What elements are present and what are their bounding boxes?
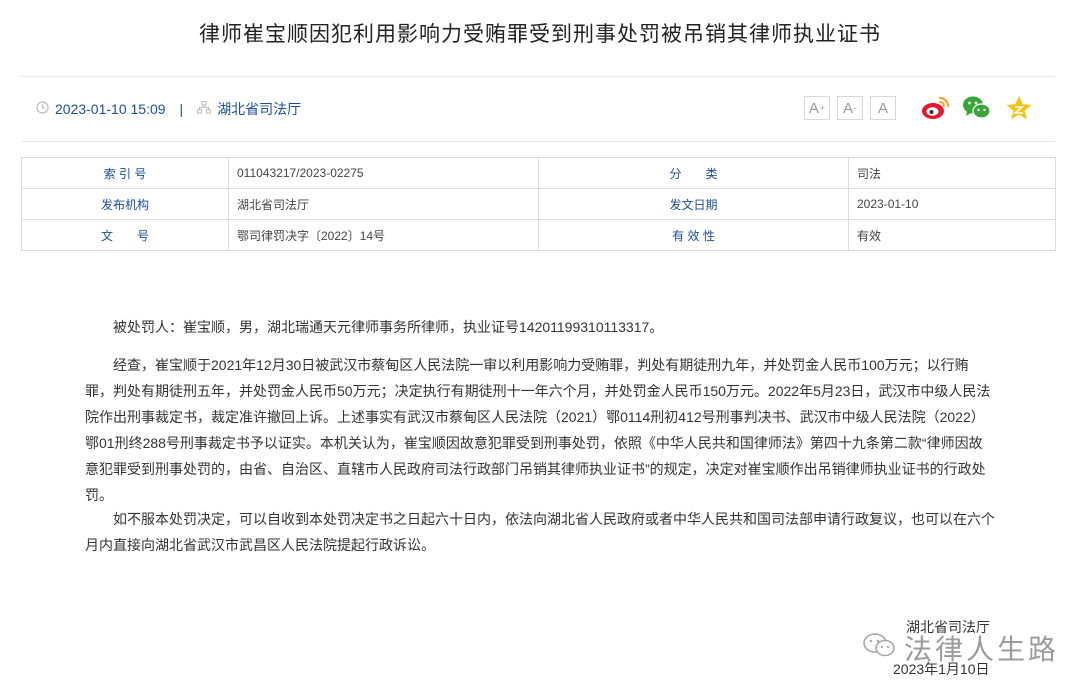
signature-date: 2023年1月10日 [893, 661, 990, 677]
wechat-icon[interactable] [962, 94, 992, 122]
font-size-controls: A + A- A [804, 96, 896, 120]
info-value: 011043217/2023-02275 [228, 157, 539, 189]
star-icon[interactable] [1004, 94, 1034, 122]
info-label: 分 类 [538, 157, 849, 189]
table-row: 索 引 号 011043217/2023-02275 分 类 司法 [21, 157, 1056, 189]
org-chart-icon [197, 101, 212, 117]
publish-datetime: 2023-01-10 15:09 [55, 101, 166, 117]
divider [21, 141, 1055, 142]
clock-icon [36, 101, 49, 117]
body-paragraph: 如不服本处罚决定，可以自收到本处罚决定书之日起六十日内，依法向湖北省人民政府或者… [85, 511, 995, 553]
table-row: 文 号 鄂司律罚决字〔2022〕14号 有 效 性 有效 [21, 219, 1056, 251]
info-value: 有效 [848, 219, 1056, 251]
info-label: 发文日期 [538, 188, 849, 220]
body-paragraph: 被处罚人：崔宝顺，男，湖北瑞通天元律师事务所律师，执业证号14201199310… [113, 319, 664, 335]
meta-separator: | [179, 101, 184, 117]
weibo-icon[interactable] [920, 94, 950, 122]
table-row: 发布机构 湖北省司法厅 发文日期 2023-01-10 [21, 188, 1056, 220]
page-title: 律师崔宝顺因犯利用影响力受贿罪受到刑事处罚被吊销其律师执业证书 [199, 23, 881, 46]
divider [21, 76, 1055, 77]
info-label: 文 号 [21, 219, 229, 251]
info-value: 司法 [848, 157, 1056, 189]
font-enlarge-button[interactable]: A + [804, 96, 830, 120]
article-meta: 2023-01-10 15:09 | 湖北省司法厅 [36, 98, 301, 120]
font-shrink-button[interactable]: A- [837, 96, 863, 120]
source-link[interactable]: 湖北省司法厅 [217, 99, 301, 119]
info-value: 2023-01-10 [848, 188, 1056, 220]
body-paragraph: 经查，崔宝顺于2021年12月30日被武汉市蔡甸区人民法院一审以利用影响力受贿罪… [85, 357, 991, 503]
info-label: 索 引 号 [21, 157, 229, 189]
info-value: 湖北省司法厅 [228, 188, 539, 220]
info-value: 鄂司律罚决字〔2022〕14号 [228, 219, 539, 251]
font-default-button[interactable]: A [870, 96, 896, 120]
info-label: 发布机构 [21, 188, 229, 220]
share-bar [920, 94, 1034, 122]
info-label: 有 效 性 [538, 219, 849, 251]
document-info-table: 索 引 号 011043217/2023-02275 分 类 司法 发布机构 湖… [21, 157, 1056, 251]
